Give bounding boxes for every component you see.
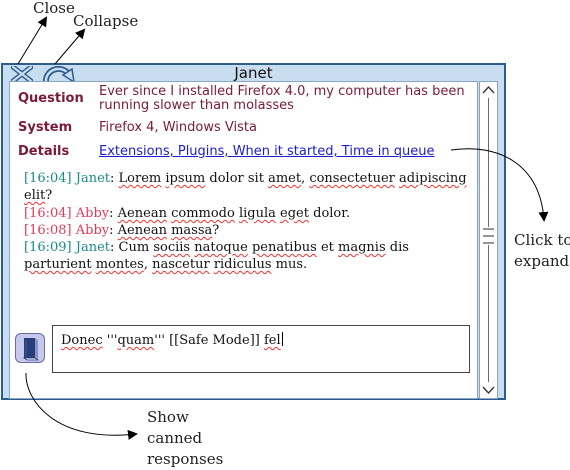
message-word: ligula (238, 206, 276, 221)
message-text: ? (45, 188, 53, 203)
collapse-annotation: Collapse (73, 12, 139, 30)
message-timestamp: [16:04] (24, 206, 72, 221)
message-text: dolor. (308, 206, 351, 221)
message-word: elit (24, 188, 46, 203)
message-word: eget (280, 206, 309, 221)
message-colon: : (109, 223, 114, 238)
message-timestamp: [16:08] (24, 223, 72, 238)
message-word: natoque (194, 240, 248, 255)
message-colon: : (109, 206, 114, 221)
chat-message: [16:08] Abby: Aenean massa? (24, 222, 469, 239)
system-label: System (18, 120, 73, 135)
compose-word: Donec (61, 333, 103, 348)
message-word: parturient (24, 257, 92, 272)
message-word: nascetur (152, 257, 210, 272)
message-speaker: Abby (75, 206, 110, 221)
message-word: ridiculus (213, 257, 272, 272)
canned-annotation-line3: responses (147, 450, 224, 468)
book-icon (22, 338, 40, 361)
question-label: Question (18, 91, 84, 106)
system-value: Firefox 4, Windows Vista (99, 120, 257, 135)
message-text: et (316, 240, 339, 255)
message-word: magnis (338, 240, 386, 255)
message-word: Lorem (118, 171, 162, 186)
canned-responses-button[interactable] (15, 333, 45, 363)
chat-message: [16:04] Janet: Lorem ipsum dolor sit ame… (24, 170, 469, 204)
message-text: dolor sit (205, 171, 269, 186)
message-word: adipiscing (399, 171, 467, 186)
details-link[interactable]: Extensions, Plugins, When it started, Ti… (99, 144, 434, 159)
message-text: Cum (118, 240, 154, 255)
message-word: massa (171, 223, 213, 238)
message-speaker: Abby (75, 223, 110, 238)
compose-word: fel (263, 333, 281, 348)
expand-annotation-line2: expand (514, 252, 570, 270)
message-word: commodo (171, 206, 235, 221)
message-word: amet (268, 171, 302, 186)
message-speaker: Janet (75, 240, 111, 255)
message-word: ipsum (165, 171, 206, 186)
message-colon: : (110, 240, 115, 255)
canned-annotation-line1: Show (147, 408, 189, 426)
message-word: sociis (153, 240, 191, 255)
compose-text: Donec '''quam''' [[Safe Mode]] fel (61, 332, 283, 348)
compose-input[interactable]: Donec '''quam''' [[Safe Mode]] fel (52, 325, 470, 373)
scrollbar-grip-icon[interactable] (483, 227, 494, 245)
message-colon: : (110, 171, 115, 186)
message-text: , (143, 257, 153, 272)
message-word: Aenean (117, 206, 167, 221)
compose-word: quam (117, 333, 155, 348)
message-word: consectetuer (309, 171, 395, 186)
message-text: dis (385, 240, 409, 255)
window-title: Janet (234, 64, 273, 82)
chat-window: Janet Question Ever since I installed Fi… (1, 63, 506, 400)
title-bar: Janet (3, 64, 504, 83)
details-label: Details (18, 144, 70, 159)
chevron-up-icon[interactable] (480, 83, 497, 97)
compose-segment: ''' [[Safe Mode]] (154, 333, 264, 348)
message-text: mus. (271, 257, 308, 272)
close-annotation: Close (33, 0, 75, 17)
question-line-1: Ever since I installed Firefox 4.0, my c… (99, 84, 465, 99)
vertical-scrollbar[interactable] (479, 81, 498, 399)
chat-message: [16:04] Abby: Aenean commodo ligula eget… (24, 205, 469, 222)
text-caret (281, 332, 283, 346)
message-word: Aenean (117, 223, 167, 238)
message-timestamp: [16:04] (24, 171, 72, 186)
chat-message: [16:09] Janet: Cum sociis natoque penati… (24, 239, 469, 273)
message-timestamp: [16:09] (24, 240, 72, 255)
message-word: montes (95, 257, 144, 272)
compose-segment: ''' (102, 333, 118, 348)
expand-annotation-line1: Click to (514, 231, 570, 249)
question-line-2: running slower than molasses (99, 98, 294, 113)
message-word: penatibus (251, 240, 317, 255)
message-text: ? (212, 223, 220, 238)
arrow-collapse (54, 28, 86, 65)
message-speaker: Janet (75, 171, 111, 186)
content-pane: Question Ever since I installed Firefox … (9, 81, 478, 399)
chevron-down-icon[interactable] (480, 383, 497, 397)
canned-annotation-line2: canned (147, 429, 203, 447)
arrow-close (17, 16, 48, 65)
